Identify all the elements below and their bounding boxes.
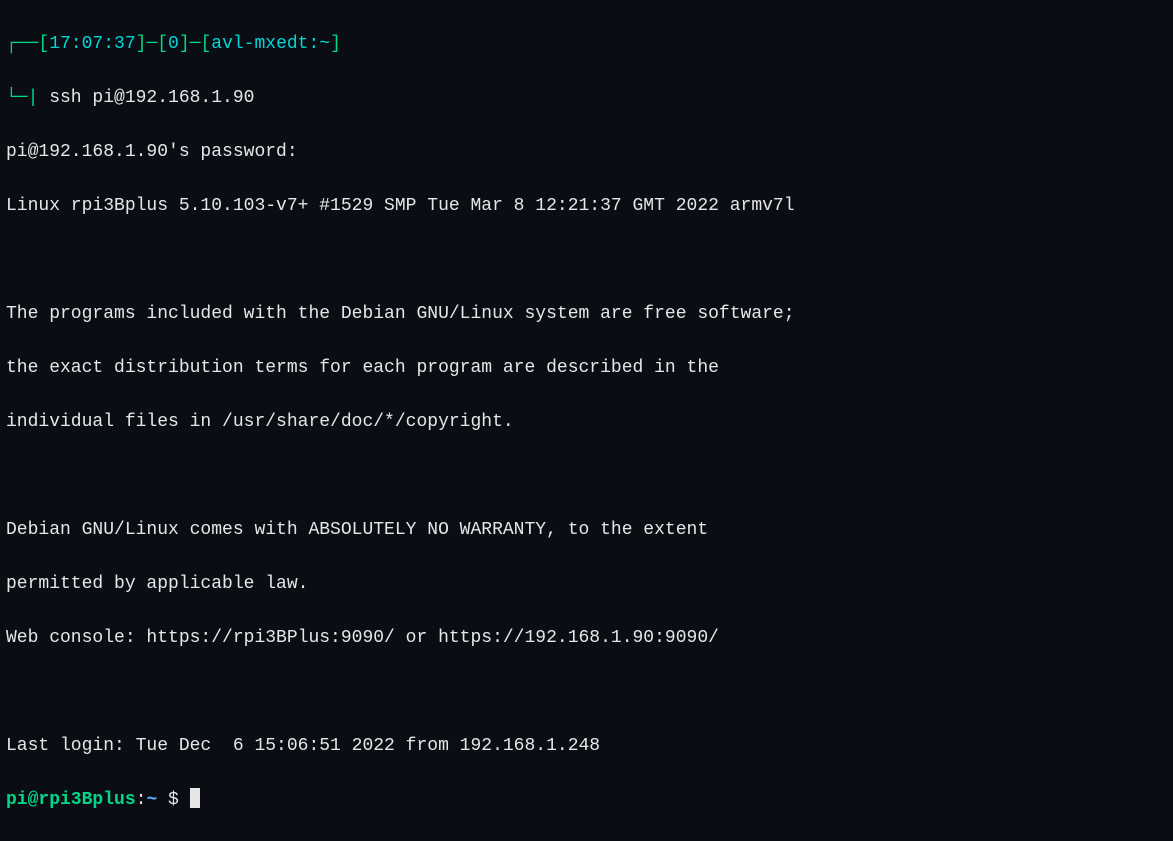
prompt-jobs: 0 — [168, 34, 179, 54]
box-drawing-bottom: └─| — [6, 88, 38, 108]
prompt-path: ~ — [146, 790, 168, 810]
command-text: ssh pi@192.168.1.90 — [38, 88, 254, 108]
cursor-icon[interactable] — [190, 788, 200, 808]
prompt-sep: ]─[ — [179, 34, 211, 54]
motd-line: Debian GNU/Linux comes with ABSOLUTELY N… — [6, 517, 1167, 544]
prompt-close: ] — [330, 34, 341, 54]
webconsole-line: Web console: https://rpi3BPlus:9090/ or … — [6, 625, 1167, 652]
motd-line: The programs included with the Debian GN… — [6, 301, 1167, 328]
last-login-line: Last login: Tue Dec 6 15:06:51 2022 from… — [6, 733, 1167, 760]
prompt-sep: ]─[ — [136, 34, 168, 54]
prompt-colon: : — [136, 790, 147, 810]
password-prompt: pi@192.168.1.90's password: — [6, 139, 1167, 166]
motd-line: the exact distribution terms for each pr… — [6, 355, 1167, 382]
box-drawing-top: ┌──[ — [6, 34, 49, 54]
prompt-dollar: $ — [168, 790, 190, 810]
blank-line — [6, 463, 1167, 490]
blank-line — [6, 247, 1167, 274]
terminal-output[interactable]: ┌──[17:07:37]─[0]─[avl-mxedt:~] └─| ssh … — [6, 4, 1167, 841]
prompt-user-host: pi@rpi3Bplus — [6, 790, 136, 810]
motd-line: individual files in /usr/share/doc/*/cop… — [6, 409, 1167, 436]
prompt-line-2: └─| ssh pi@192.168.1.90 — [6, 85, 1167, 112]
prompt-hostpath: avl-mxedt:~ — [211, 34, 330, 54]
remote-prompt: pi@rpi3Bplus:~ $ — [6, 787, 1167, 814]
banner-line: Linux rpi3Bplus 5.10.103-v7+ #1529 SMP T… — [6, 193, 1167, 220]
blank-line — [6, 679, 1167, 706]
motd-line: permitted by applicable law. — [6, 571, 1167, 598]
prompt-time: 17:07:37 — [49, 34, 135, 54]
prompt-line-1: ┌──[17:07:37]─[0]─[avl-mxedt:~] — [6, 31, 1167, 58]
